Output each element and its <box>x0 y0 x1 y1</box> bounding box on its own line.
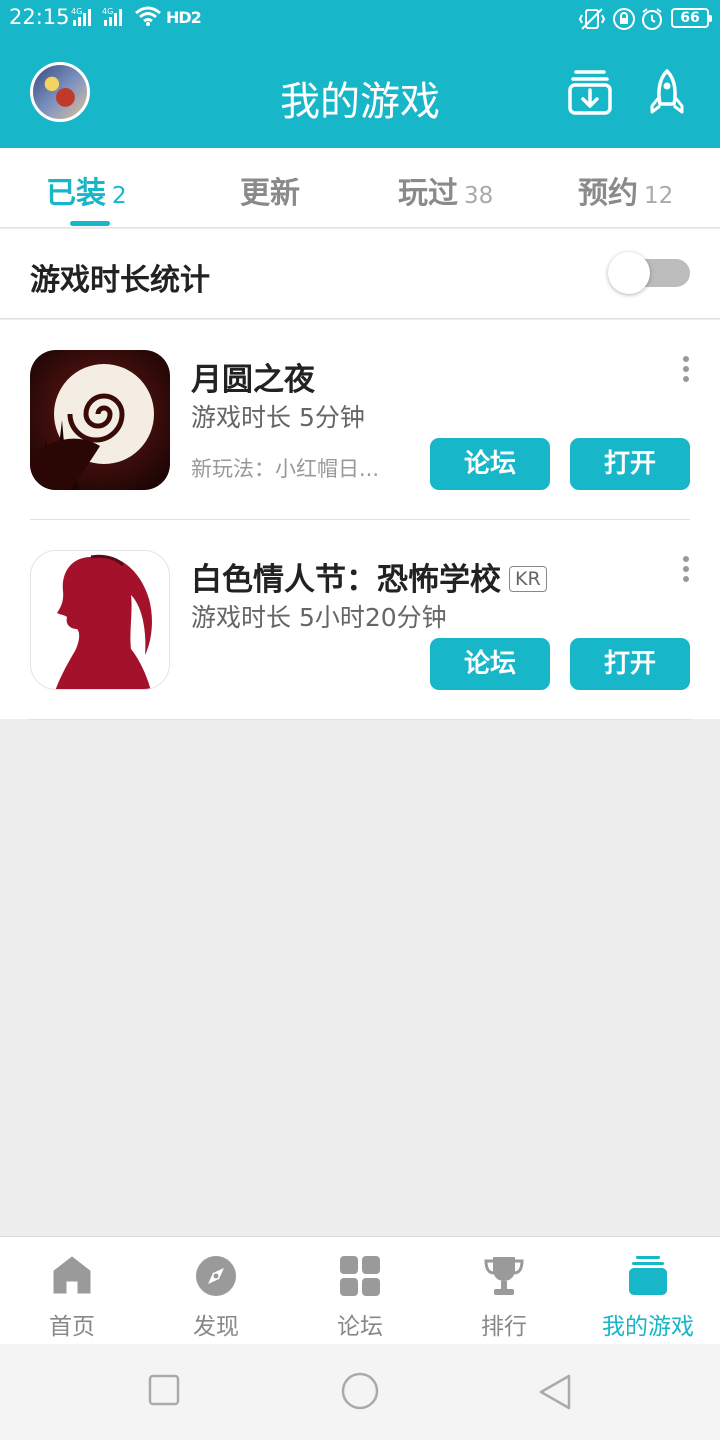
alarm-icon <box>642 8 662 30</box>
nav-ranking[interactable]: 排行 <box>432 1237 576 1345</box>
page-title: 我的游戏 <box>280 79 440 125</box>
vibrate-icon <box>578 8 606 30</box>
nav-forum[interactable]: 论坛 <box>288 1237 432 1345</box>
nav-label: 首页 <box>49 1314 95 1340</box>
nav-label: 论坛 <box>337 1314 383 1340</box>
bottom-nav: 首页 发现 论坛 排行 我的游戏 <box>0 1236 720 1344</box>
status-time: 22:15 <box>9 5 70 29</box>
grid-icon <box>340 1256 380 1296</box>
rocket-icon[interactable] <box>648 68 686 116</box>
open-button[interactable]: 打开 <box>570 638 690 690</box>
home-icon <box>53 1256 91 1294</box>
game-row[interactable]: 白色情人节：恐怖学校 KR 游戏时长 5小时20分钟 论坛 打开 <box>0 520 720 720</box>
battery-icon: 66 <box>671 8 712 28</box>
download-manager-icon[interactable] <box>568 68 612 116</box>
app-header: 我的游戏 <box>0 38 720 148</box>
divider <box>30 719 690 720</box>
playtime-stats-toggle[interactable] <box>608 252 690 294</box>
back-icon[interactable] <box>538 1374 572 1410</box>
game-playtime: 游戏时长 5小时20分钟 <box>191 603 447 632</box>
tab-label: 预约 <box>578 176 638 211</box>
toggle-knob <box>608 252 650 294</box>
tab-count: 38 <box>464 183 494 209</box>
forum-button[interactable]: 论坛 <box>430 438 550 490</box>
nav-home[interactable]: 首页 <box>0 1237 144 1345</box>
recents-icon[interactable] <box>148 1374 180 1406</box>
tab-label: 已装 <box>46 176 106 211</box>
nav-label: 排行 <box>481 1314 527 1340</box>
tab-installed[interactable]: 已装 2 <box>46 168 127 212</box>
stack-icon <box>629 1256 667 1295</box>
hd-indicator: HD2 <box>166 8 202 27</box>
moon-spiral-icon <box>30 350 170 490</box>
nav-label: 发现 <box>193 1314 239 1340</box>
wifi-icon <box>135 6 161 26</box>
status-bar: 22:15 4G 4G HD2 66 <box>0 0 720 38</box>
tab-played[interactable]: 玩过 38 <box>398 168 493 212</box>
tab-count: 12 <box>644 183 674 209</box>
game-name-wrap: 白色情人节：恐怖学校 KR <box>191 554 547 599</box>
nav-label: 我的游戏 <box>602 1314 694 1340</box>
system-nav-bar <box>0 1344 720 1440</box>
game-name: 白色情人节：恐怖学校 <box>191 562 501 598</box>
tab-active-indicator <box>70 221 110 226</box>
game-description: 新玩法：小红帽日... <box>191 457 380 481</box>
lock-rotation-icon <box>613 8 635 30</box>
game-list: 月圆之夜 游戏时长 5分钟 新玩法：小红帽日... 论坛 打开 白色情人节：恐怖… <box>0 320 720 720</box>
girl-silhouette-icon <box>31 551 169 689</box>
playtime-stats-label: 游戏时长统计 <box>30 263 210 298</box>
game-icon-moon-night[interactable] <box>30 350 170 490</box>
tab-count: 2 <box>112 183 127 209</box>
tab-label: 更新 <box>240 176 300 211</box>
tab-updates[interactable]: 更新 <box>240 168 300 212</box>
signal-icon: 4G <box>102 7 122 26</box>
more-options-icon[interactable] <box>676 356 696 386</box>
svg-text:4G: 4G <box>102 7 113 16</box>
game-playtime: 游戏时长 5分钟 <box>191 403 365 432</box>
tab-reserved[interactable]: 预约 12 <box>578 168 673 212</box>
home-button-icon[interactable] <box>341 1372 379 1410</box>
more-options-icon[interactable] <box>676 556 696 586</box>
tab-bar: 已装 2 更新 玩过 38 预约 12 <box>0 148 720 228</box>
compass-icon <box>196 1256 236 1296</box>
signal-icon: 4G <box>71 7 91 26</box>
nav-discover[interactable]: 发现 <box>144 1237 288 1345</box>
game-name: 月圆之夜 <box>191 362 315 398</box>
forum-button[interactable]: 论坛 <box>430 638 550 690</box>
playtime-stats-row: 游戏时长统计 <box>0 229 720 319</box>
battery-level: 66 <box>680 10 700 26</box>
game-icon-white-day[interactable] <box>30 550 170 690</box>
game-row[interactable]: 月圆之夜 游戏时长 5分钟 新玩法：小红帽日... 论坛 打开 <box>0 320 720 520</box>
svg-text:4G: 4G <box>71 7 82 16</box>
tab-label: 玩过 <box>398 176 458 211</box>
open-button[interactable]: 打开 <box>570 438 690 490</box>
trophy-icon <box>484 1257 524 1295</box>
nav-my-games[interactable]: 我的游戏 <box>576 1237 720 1345</box>
region-badge: KR <box>509 565 547 592</box>
